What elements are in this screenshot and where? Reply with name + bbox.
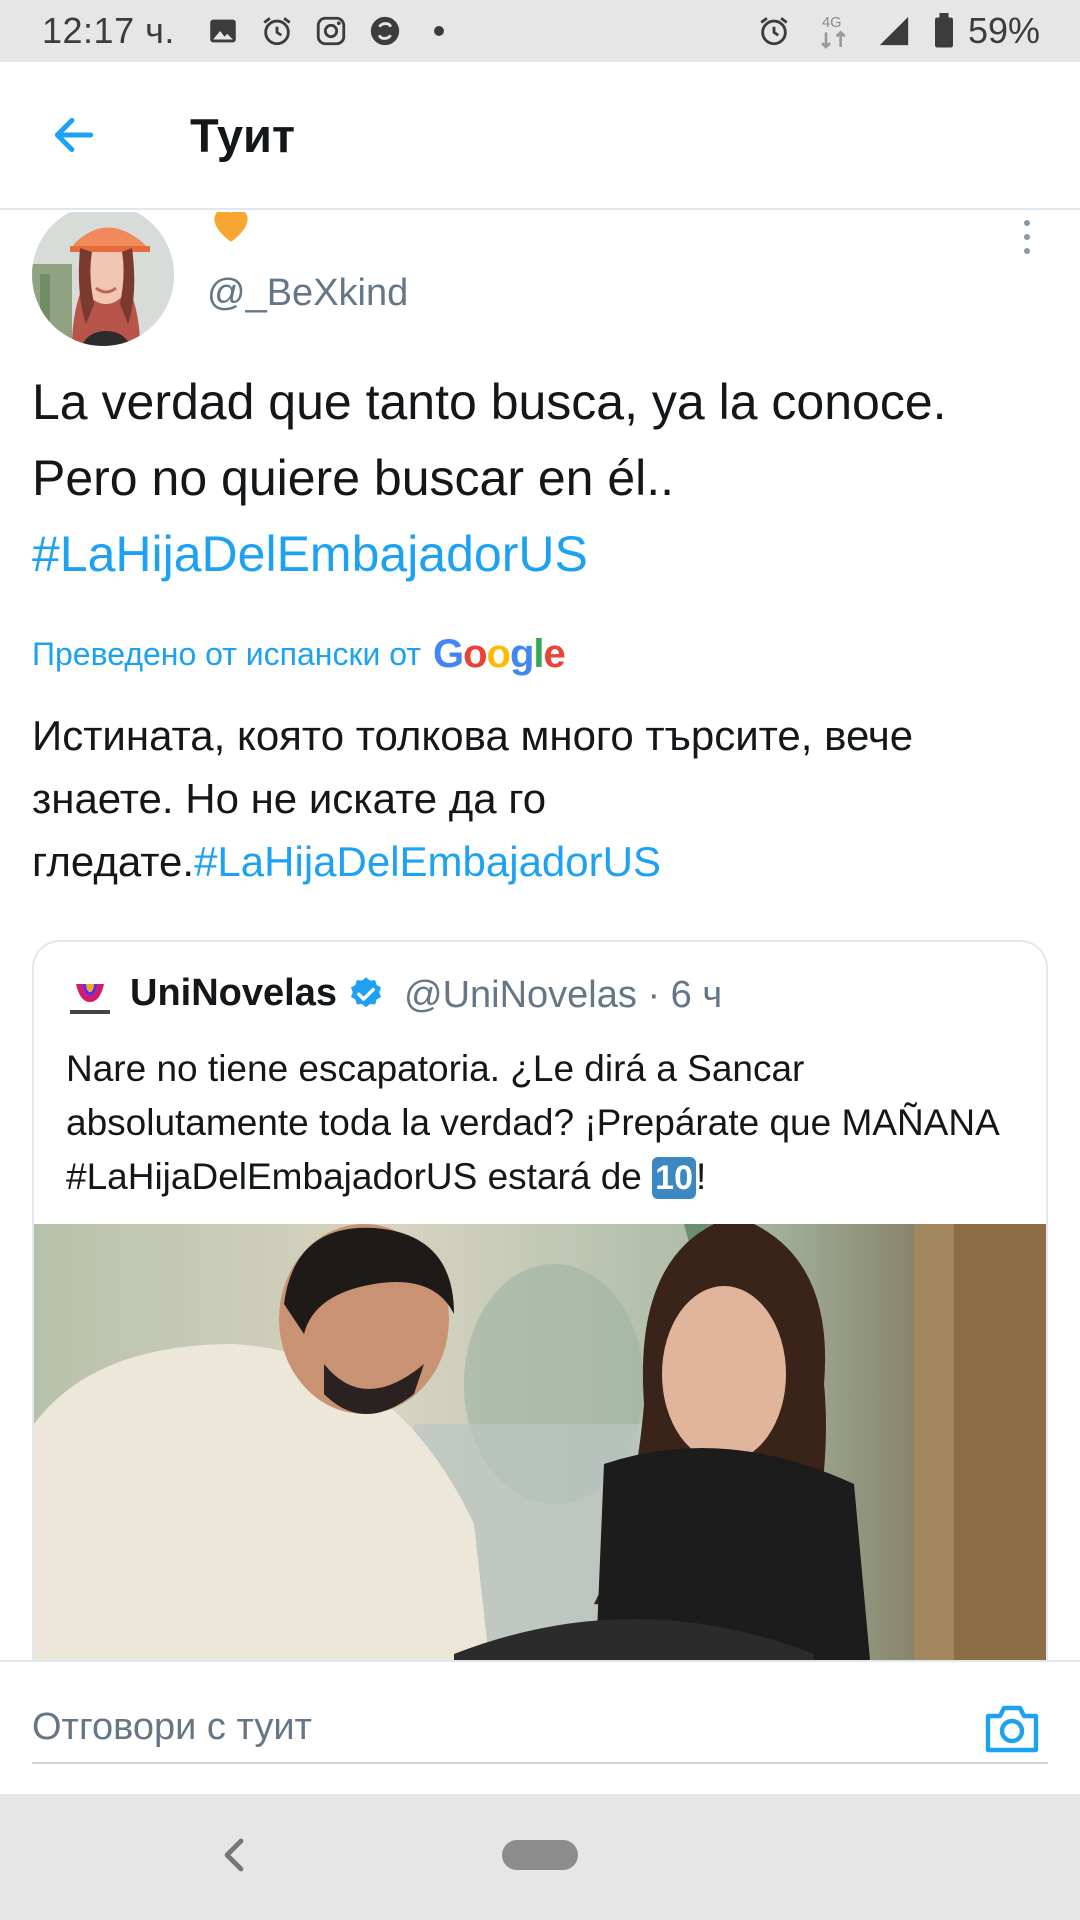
avatar[interactable] [32,212,174,346]
status-time: 12:17 ч. [42,10,175,51]
instagram-icon [313,13,349,49]
signal-icon [876,13,912,49]
reply-input[interactable]: Отговори с туит [32,1692,1048,1764]
quoted-handle-time: @UniNovelas · 6 ч [404,974,723,1016]
quoted-body-end: ! [695,1156,707,1197]
translated-label: Преведено от испански от [32,636,421,672]
tweet-body: La verdad que tanto busca, ya la conoce.… [32,374,947,506]
back-button[interactable] [34,95,114,175]
alarm-icon [259,13,295,49]
nav-home-pill[interactable] [502,1840,578,1870]
verified-badge-icon [350,976,382,1007]
translation-attribution: Преведено от испански от Google [32,632,566,677]
hashtag-link[interactable]: #LaHijaDelEmbajadorUS [194,838,661,885]
translated-text: Истината, която толкова много търсите, в… [32,704,1042,893]
quoted-tweet-text: Nare no tiene escapatoria. ¿Le dirá a Sa… [66,1042,1026,1204]
tweet-detail[interactable]: @_BeXkind La verdad que tanto busca, ya … [0,212,1080,1660]
dot-icon [421,13,457,49]
alarm-icon [756,13,792,49]
nav-back-icon[interactable] [215,1830,255,1880]
more-dot [1024,220,1030,226]
arrow-left-icon [54,117,94,153]
camera-icon[interactable] [982,1700,1042,1756]
keycap-ten-emoji: 10 [652,1157,696,1199]
more-dot [1024,248,1030,254]
orange-heart-icon [214,212,248,242]
hashtag-link[interactable]: #LaHijaDelEmbajadorUS [32,526,588,582]
quoted-media-image[interactable] [34,1224,1048,1660]
tweet-text: La verdad que tanto busca, ya la conoce.… [32,364,1042,592]
battery-percent: 59% [967,10,1040,51]
user-handle[interactable]: @_BeXkind [207,272,408,315]
quoted-author-label: UniNovelas [130,972,337,1014]
uninovelas-logo [70,984,110,1014]
more-dot [1024,234,1030,240]
app-icon [367,13,403,49]
google-logo: Google [432,632,566,676]
quoted-author-name[interactable]: UniNovelas [130,972,385,1015]
system-nav-bar [0,1794,1080,1920]
image-icon [205,13,241,49]
network-4g-icon: 4G [812,13,856,49]
svg-text:4G: 4G [822,15,842,31]
status-bar: 12:17 ч. 4G 59% [0,0,1080,62]
reply-bar: Отговори с туит [0,1660,1080,1794]
battery-icon [932,13,956,49]
more-options-button[interactable] [1010,212,1044,262]
notification-icons [205,13,457,49]
top-app-bar: Туит [0,62,1080,210]
page-title: Туит [190,108,295,162]
quoted-tweet-card[interactable]: UniNovelas @UniNovelas · 6 ч Nare no tie… [32,940,1048,1660]
quoted-body: Nare no tiene escapatoria. ¿Le dirá a Sa… [66,1048,998,1197]
